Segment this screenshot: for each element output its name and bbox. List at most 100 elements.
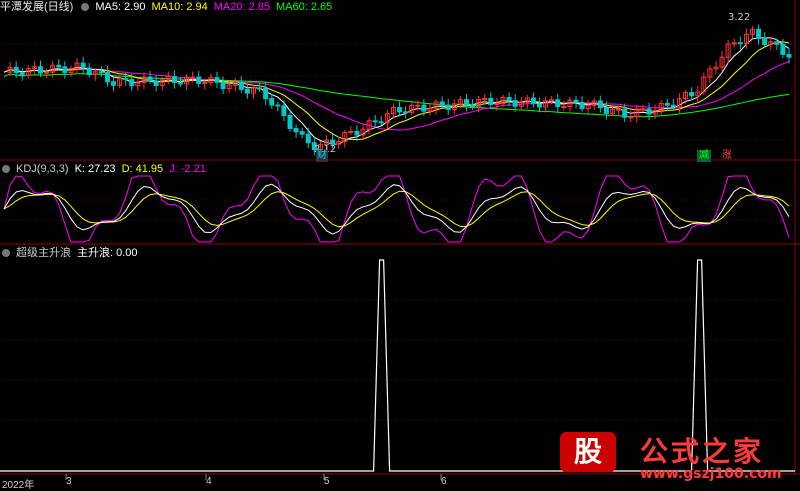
candle-body [129, 79, 135, 87]
candle-body [530, 97, 536, 105]
candle-body [202, 82, 208, 85]
candle-body [56, 64, 62, 68]
candle-body [287, 114, 293, 129]
candle-body [628, 116, 634, 119]
candle-body [689, 92, 695, 97]
main-header: 平潭发展(日线) MA5: 2.90 MA10: 2.94 MA20: 2.85 MA6… [0, 0, 338, 14]
candle-body [597, 100, 603, 109]
candle-body [244, 88, 250, 94]
ma60-label: MA60: 2.65 [276, 1, 333, 13]
candle-body [622, 108, 628, 118]
candle-body [555, 99, 561, 108]
candle-body [171, 76, 177, 83]
x-tick-label: 4 [206, 476, 212, 487]
indicator-value: 主升浪: 0.00 [77, 247, 138, 259]
x-tick-label: 5 [324, 476, 330, 487]
candle-body [190, 76, 196, 79]
kdj-k-label: K: 27.23 [74, 163, 116, 175]
indicator-header: 超级主升浪 主升浪: 0.00 [0, 246, 144, 260]
x-tick-label: 3 [66, 476, 72, 487]
candle-body [177, 81, 183, 85]
candle-body [762, 37, 768, 46]
candle-body [13, 66, 19, 74]
candle-body [670, 104, 676, 108]
candle-body [470, 104, 476, 108]
settings-dot-icon[interactable] [81, 3, 90, 11]
candle-body [397, 107, 403, 113]
candle-body [123, 78, 129, 81]
candle-body [257, 87, 263, 90]
reduce-marker[interactable]: 减 [697, 150, 711, 162]
candle-body [111, 81, 117, 86]
candle-body [153, 80, 159, 86]
candle-body [537, 103, 543, 108]
kdj-j-line [3, 175, 790, 243]
candle-body [305, 133, 311, 144]
high-price-label: 3.22 [728, 12, 751, 23]
candle-body [293, 127, 299, 133]
ma5-line [3, 37, 790, 145]
stock-chart [0, 0, 800, 480]
ma20-line [3, 61, 790, 131]
main-title[interactable]: 平潭发展(日线) [0, 1, 73, 13]
kdj-d-label: D: 41.95 [121, 163, 164, 175]
candle-body [403, 111, 409, 114]
kdj-lines [3, 175, 790, 243]
candle-body [445, 104, 451, 110]
kdj-name[interactable]: KDJ(9,3,3) [16, 163, 69, 175]
finance-marker[interactable]: 财 [316, 150, 328, 162]
candle-body [354, 130, 360, 136]
candle-body [506, 96, 512, 102]
candle-body [104, 71, 110, 83]
rise-marker[interactable]: 涨 [720, 150, 734, 162]
candle-body [196, 76, 202, 84]
panel-dividers [0, 0, 800, 475]
x-axis-ticks [65, 474, 442, 480]
x-tick-label: 2022年 [2, 480, 35, 491]
candle-body [573, 99, 579, 103]
candle-body [44, 71, 50, 74]
candle-body [263, 87, 269, 100]
candle-body [439, 101, 445, 106]
candle-body [19, 72, 25, 76]
candle-body [640, 108, 646, 111]
candle-body [774, 41, 780, 45]
candle-body [80, 62, 86, 69]
ma5-label: MA5: 2.90 [95, 1, 146, 13]
candle-body [415, 104, 421, 107]
candle-body [281, 105, 287, 116]
watermark-name: 公式之家 [640, 435, 765, 468]
candle-body [664, 102, 670, 106]
candle-body [756, 28, 762, 39]
candle-body [463, 99, 469, 106]
candle-body [275, 104, 281, 107]
settings-dot-icon[interactable] [2, 249, 10, 257]
ma10-line [3, 41, 790, 141]
candle-body [786, 53, 792, 58]
kdj-k-line [3, 183, 790, 235]
ma10-label: MA10: 2.94 [151, 1, 208, 13]
candle-body [780, 43, 786, 55]
candle-body [488, 97, 494, 106]
candle-body [299, 131, 305, 135]
candle-body [220, 81, 226, 90]
candle-body [603, 107, 609, 114]
candle-body [646, 108, 652, 115]
candle-body [579, 101, 585, 110]
candle-body [512, 100, 518, 107]
candle-body [737, 42, 743, 45]
candle-body [98, 71, 104, 74]
indicator-name[interactable]: 超级主升浪 [16, 247, 71, 259]
settings-dot-icon[interactable] [2, 165, 10, 173]
kdj-header: KDJ(9,3,3) K: 27.23 D: 41.95 J: -2.21 [0, 162, 212, 176]
candle-body [238, 81, 244, 90]
candle-body [378, 121, 384, 124]
candle-body [62, 66, 68, 74]
candle-body [147, 76, 153, 82]
watermark-logo: 股 [560, 432, 616, 472]
candle-body [372, 120, 378, 123]
x-tick-label: 6 [441, 476, 447, 487]
ma20-label: MA20: 2.85 [213, 1, 270, 13]
candle-body [561, 106, 567, 109]
candle-body [616, 108, 622, 111]
